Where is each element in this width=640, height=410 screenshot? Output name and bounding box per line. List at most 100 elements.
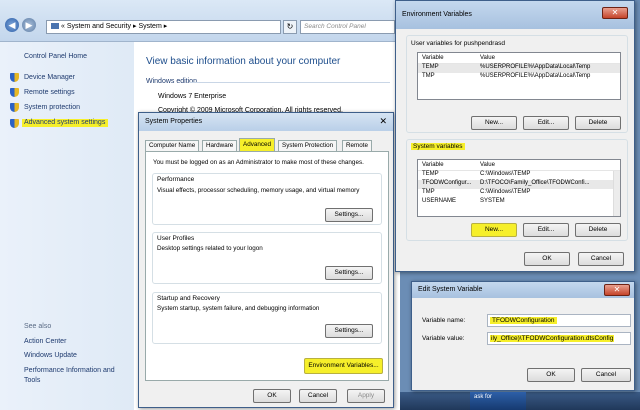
scrollbar[interactable] — [613, 171, 620, 216]
ok-button[interactable]: OK — [253, 389, 291, 403]
sidebar-item-system-protection[interactable]: System protection — [24, 104, 80, 111]
shield-icon — [10, 88, 19, 97]
table-row[interactable]: USERNAME SYSTEM — [418, 198, 620, 207]
table-row[interactable]: TEMP %USERPROFILE%\AppData\Local\Temp — [418, 64, 620, 73]
user-profiles-group: User Profiles Desktop settings related t… — [152, 232, 382, 284]
user-variables-label: User variables for pushpendrasd — [411, 40, 505, 47]
ok-button[interactable]: OK — [527, 368, 575, 382]
variable-name-value: TFODWConfiguration — [490, 317, 557, 324]
environment-variables-title: Environment Variables — [402, 11, 472, 18]
edition-value: Windows 7 Enterprise — [158, 93, 227, 100]
cancel-button[interactable]: Cancel — [581, 368, 631, 382]
performance-settings-button[interactable]: Settings... — [325, 208, 373, 222]
address-bar[interactable]: « System and Security ▸ System ▸ — [46, 20, 281, 34]
close-icon[interactable]: ✕ — [379, 115, 387, 127]
computer-icon — [51, 23, 59, 30]
table-row[interactable]: TMP C:\Windows\TEMP — [418, 189, 620, 198]
search-input[interactable]: Search Control Panel — [300, 20, 395, 34]
variable-value: C:\Windows\TEMP — [480, 189, 531, 195]
tab-panel: You must be logged on as an Administrato… — [145, 151, 389, 381]
variable-name-field[interactable]: TFODWConfiguration — [487, 314, 631, 327]
search-placeholder: Search Control Panel — [304, 23, 366, 30]
ad-banner[interactable]: ask for — [470, 392, 526, 410]
edit-system-variable-dialog: Edit System Variable ✕ Variable name: TF… — [411, 281, 635, 391]
see-also-windows-update[interactable]: Windows Update — [24, 352, 77, 359]
sidebar-home-link[interactable]: Control Panel Home — [24, 53, 87, 60]
tab-system-protection[interactable]: System Protection — [278, 140, 338, 151]
user-delete-button[interactable]: Delete — [575, 116, 621, 130]
system-variables-group: System variables Variable Value TEMP C:\… — [406, 139, 628, 241]
performance-desc: Visual effects, processor scheduling, me… — [157, 187, 360, 194]
user-variables-group: User variables for pushpendrasd Variable… — [406, 35, 628, 133]
sidebar-item-remote-settings[interactable]: Remote settings — [24, 89, 75, 96]
cancel-button[interactable]: Cancel — [578, 252, 624, 266]
user-variables-table[interactable]: Variable Value TEMP %USERPROFILE%\AppDat… — [417, 52, 621, 100]
user-edit-button[interactable]: Edit... — [523, 116, 569, 130]
variable-value: %USERPROFILE%\AppData\Local\Temp — [480, 73, 591, 79]
tab-strip: Computer Name Hardware Advanced System P… — [145, 138, 389, 151]
column-header-variable[interactable]: Variable — [422, 55, 444, 61]
cancel-button[interactable]: Cancel — [299, 389, 337, 403]
see-also-action-center[interactable]: Action Center — [24, 338, 66, 345]
variable-name: TFODWConfigur... — [422, 180, 472, 186]
tab-advanced[interactable]: Advanced — [239, 138, 276, 151]
system-properties-dialog: System Properties ✕ Computer Name Hardwa… — [138, 112, 394, 408]
tab-hardware[interactable]: Hardware — [202, 140, 238, 151]
system-properties-title: System Properties — [145, 118, 203, 125]
table-row[interactable]: TFODWConfigur... D:\TFOCO\Family_Office\… — [418, 180, 620, 189]
close-icon[interactable]: ✕ — [604, 284, 630, 296]
system-variables-label: System variables — [411, 143, 465, 150]
ok-button[interactable]: OK — [524, 252, 570, 266]
ad-text: ask for — [474, 394, 493, 400]
column-header-value[interactable]: Value — [480, 55, 495, 61]
sidebar-item-device-manager[interactable]: Device Manager — [24, 74, 75, 81]
environment-variables-titlebar: Environment Variables — [396, 1, 634, 29]
system-edit-button[interactable]: Edit... — [523, 223, 569, 237]
startup-recovery-group: Startup and Recovery System startup, sys… — [152, 292, 382, 344]
edit-variable-title: Edit System Variable — [418, 286, 483, 293]
tab-computer-name[interactable]: Computer Name — [145, 140, 200, 151]
sidebar: Control Panel Home Device Manager Remote… — [0, 42, 134, 410]
column-header-value[interactable]: Value — [480, 162, 495, 168]
user-profiles-desc: Desktop settings related to your logon — [157, 245, 263, 252]
see-also-performance-info[interactable]: Performance Information and Tools — [24, 366, 119, 386]
admin-note: You must be logged on as an Administrato… — [153, 159, 364, 166]
address-toolbar: ◀ ▶ « System and Security ▸ System ▸ ↻ S… — [0, 0, 400, 42]
close-icon[interactable]: ✕ — [602, 7, 628, 19]
edit-variable-titlebar: Edit System Variable — [412, 282, 634, 298]
breadcrumb-separator-icon: ▸ — [132, 23, 137, 30]
performance-title: Performance — [157, 176, 195, 183]
table-row[interactable]: TMP %USERPROFILE%\AppData\Local\Temp — [418, 73, 620, 82]
forward-button[interactable]: ▶ — [22, 18, 36, 32]
table-row[interactable]: TEMP C:\Windows\TEMP — [418, 171, 620, 180]
sidebar-item-advanced-system-settings[interactable]: Advanced system settings — [22, 119, 109, 127]
variable-value: SYSTEM — [480, 198, 505, 204]
performance-group: Performance Visual effects, processor sc… — [152, 173, 382, 225]
apply-button[interactable]: Apply — [347, 389, 385, 403]
see-also-title: See also — [24, 323, 52, 330]
tab-remote[interactable]: Remote — [342, 140, 373, 151]
system-variables-table[interactable]: Variable Value TEMP C:\Windows\TEMP TFOD… — [417, 159, 621, 217]
user-profiles-settings-button[interactable]: Settings... — [325, 266, 373, 280]
breadcrumb-item[interactable]: System and Security — [67, 23, 131, 30]
breadcrumb-separator-icon: ▸ — [163, 23, 168, 30]
refresh-icon[interactable]: ↻ — [283, 20, 297, 34]
page-title: View basic information about your comput… — [146, 56, 341, 67]
breadcrumb-item[interactable]: System — [138, 23, 161, 30]
edition-divider — [190, 82, 390, 83]
system-properties-titlebar: System Properties — [139, 113, 393, 131]
column-header-variable[interactable]: Variable — [422, 162, 444, 168]
environment-variables-dialog: Environment Variables ✕ User variables f… — [395, 0, 635, 272]
user-profiles-title: User Profiles — [157, 235, 195, 242]
startup-recovery-desc: System startup, system failure, and debu… — [157, 305, 320, 312]
startup-recovery-title: Startup and Recovery — [157, 295, 220, 302]
system-new-button[interactable]: New... — [471, 223, 517, 237]
system-delete-button[interactable]: Delete — [575, 223, 621, 237]
variable-name: TEMP — [422, 171, 439, 177]
variable-name-label: Variable name: — [422, 317, 466, 324]
startup-recovery-settings-button[interactable]: Settings... — [325, 324, 373, 338]
variable-value-field[interactable]: ily_Office)\TFODWConfiguration.dtsConfig — [487, 332, 631, 345]
user-new-button[interactable]: New... — [471, 116, 517, 130]
back-button[interactable]: ◀ — [5, 18, 19, 32]
environment-variables-button[interactable]: Environment Variables... — [304, 358, 383, 374]
